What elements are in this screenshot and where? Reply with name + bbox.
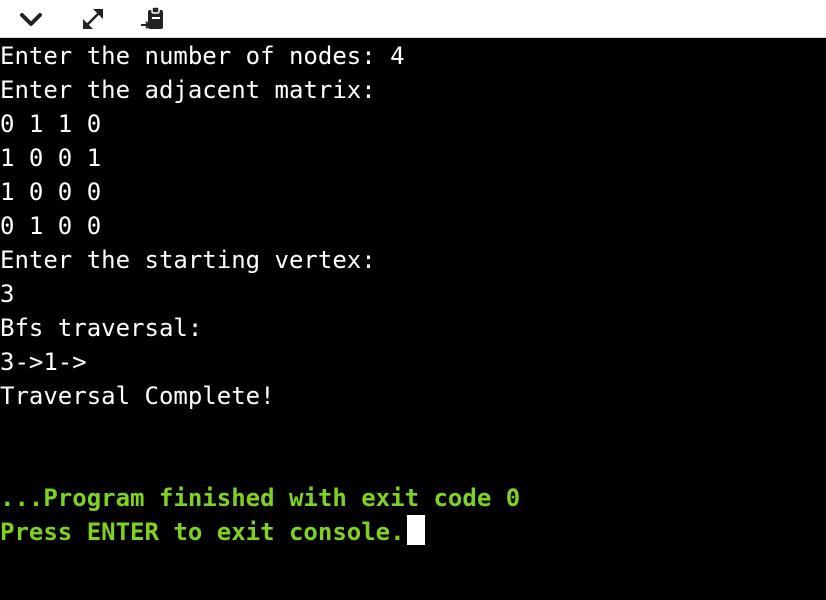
output-line: 0 1 0 0 — [0, 212, 102, 240]
output-line: Traversal Complete! — [0, 382, 275, 410]
expand-button[interactable] — [78, 4, 108, 34]
output-line: Enter the number of nodes: 4 — [0, 42, 405, 70]
text-cursor — [406, 515, 425, 545]
paste-button[interactable] — [138, 4, 168, 34]
output-line: 1 0 0 1 — [0, 144, 102, 172]
output-line: 3 — [0, 280, 15, 308]
console-output[interactable]: Enter the number of nodes: 4 Enter the a… — [0, 38, 826, 600]
output-line: 3->1-> — [0, 348, 87, 376]
console-toolbar — [0, 0, 826, 38]
chevron-down-icon — [20, 13, 42, 26]
output-line: Enter the adjacent matrix: — [0, 76, 376, 104]
expand-icon — [83, 9, 103, 29]
output-line: Enter the starting vertex: — [0, 246, 376, 274]
collapse-button[interactable] — [16, 4, 46, 34]
output-line: 0 1 1 0 — [0, 110, 102, 138]
output-line: 1 0 0 0 — [0, 178, 102, 206]
exit-prompt-line: Press ENTER to exit console. — [0, 515, 425, 549]
paste-icon — [141, 6, 163, 29]
output-line: Bfs traversal: — [0, 314, 203, 342]
exit-code-message: ...Program finished with exit code 0 — [0, 484, 521, 512]
exit-prompt: Press ENTER to exit console. — [0, 518, 405, 546]
